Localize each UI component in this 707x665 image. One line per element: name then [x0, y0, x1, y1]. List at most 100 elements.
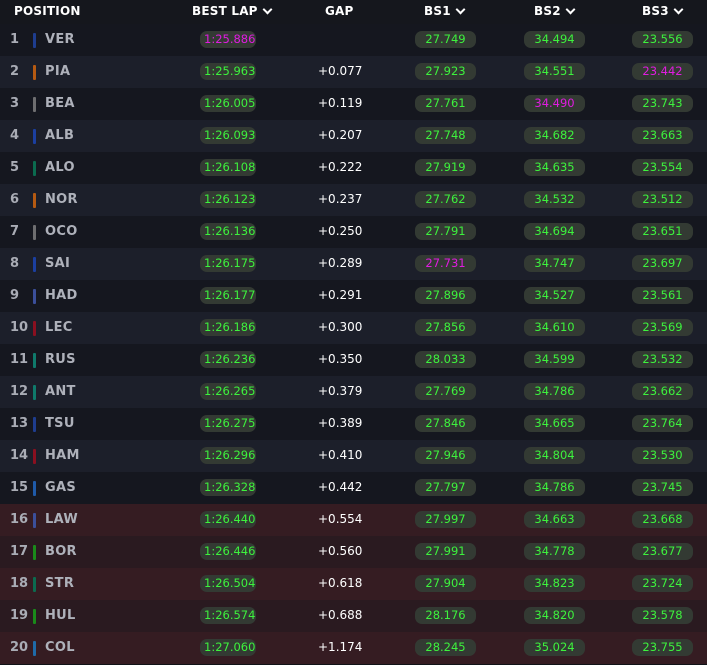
table-row[interactable]: 17 BOR 1:26.446 +0.560 27.991 34.778 23.677 [0, 536, 707, 568]
gap-value: +0.618 [318, 576, 363, 590]
team-color-bar [33, 33, 36, 48]
bs3-time: 23.764 [632, 415, 693, 432]
table-row[interactable]: 1 VER 1:25.886 27.749 34.494 23.556 [0, 24, 707, 56]
bs1-time: 28.033 [415, 351, 476, 368]
bs1-time: 27.761 [415, 95, 476, 112]
team-color-bar [33, 449, 36, 464]
table-row[interactable]: 15 GAS 1:26.328 +0.442 27.797 34.786 23.745 [0, 472, 707, 504]
table-row[interactable]: 18 STR 1:26.504 +0.618 27.904 34.823 23.724 [0, 568, 707, 600]
position-number: 4 [10, 128, 20, 143]
driver-code: ALB [45, 128, 75, 143]
bs2-time: 34.682 [524, 127, 585, 144]
table-row[interactable]: 4 ALB 1:26.093 +0.207 27.748 34.682 23.663 [0, 120, 707, 152]
best-lap-time: 1:26.005 [200, 95, 256, 112]
table-row[interactable]: 14 HAM 1:26.296 +0.410 27.946 34.804 23.530 [0, 440, 707, 472]
table-row[interactable]: 20 COL 1:27.060 +1.174 28.245 35.024 23.755 [0, 632, 707, 664]
team-color-bar [33, 385, 36, 400]
best-lap-time: 1:26.177 [200, 287, 256, 304]
driver-code: HAM [45, 448, 80, 463]
header-bs2[interactable]: BS2 [534, 4, 576, 18]
bs2-time: 34.663 [524, 511, 585, 528]
table-row[interactable]: 5 ALO 1:26.108 +0.222 27.919 34.635 23.554 [0, 152, 707, 184]
team-color-bar [33, 289, 36, 304]
header-position[interactable]: POSITION [14, 4, 81, 18]
header-position-label: POSITION [14, 4, 81, 18]
best-lap-time: 1:26.123 [200, 191, 256, 208]
table-row[interactable]: 13 TSU 1:26.275 +0.389 27.846 34.665 23.764 [0, 408, 707, 440]
driver-code: HAD [45, 288, 78, 303]
bs3-time: 23.743 [632, 95, 693, 112]
position-number: 1 [10, 32, 20, 47]
header-bs2-label: BS2 [534, 4, 561, 18]
driver-code: ALO [45, 160, 75, 175]
position-number: 8 [10, 256, 20, 271]
driver-code: BEA [45, 96, 75, 111]
table-row[interactable]: 10 LEC 1:26.186 +0.300 27.856 34.610 23.569 [0, 312, 707, 344]
position-number: 15 [10, 480, 29, 495]
bs2-time: 34.635 [524, 159, 585, 176]
bs2-time: 34.665 [524, 415, 585, 432]
bs3-time: 23.578 [632, 607, 693, 624]
driver-code: LAW [45, 512, 79, 527]
bs2-time: 34.490 [524, 95, 585, 112]
bs3-time: 23.677 [632, 543, 693, 560]
driver-code: SAI [45, 256, 71, 271]
position-number: 16 [10, 512, 29, 527]
driver-code: HUL [45, 608, 76, 623]
bs1-time: 27.762 [415, 191, 476, 208]
gap-value: +0.222 [318, 160, 363, 174]
driver-code: NOR [45, 192, 78, 207]
bs2-time: 34.599 [524, 351, 585, 368]
driver-code: GAS [45, 480, 76, 495]
team-color-bar [33, 353, 36, 368]
position-number: 18 [10, 576, 29, 591]
table-row[interactable]: 19 HUL 1:26.574 +0.688 28.176 34.820 23.578 [0, 600, 707, 632]
team-color-bar [33, 129, 36, 144]
bs3-time: 23.651 [632, 223, 693, 240]
header-bs3[interactable]: BS3 [642, 4, 684, 18]
team-color-bar [33, 417, 36, 432]
bs3-time: 23.530 [632, 447, 693, 464]
best-lap-time: 1:26.236 [200, 351, 256, 368]
best-lap-time: 1:26.186 [200, 319, 256, 336]
best-lap-time: 1:25.963 [200, 63, 256, 80]
driver-code: LEC [45, 320, 73, 335]
bs2-time: 34.532 [524, 191, 585, 208]
bs3-time: 23.442 [632, 63, 693, 80]
bs3-time: 23.724 [632, 575, 693, 592]
table-row[interactable]: 11 RUS 1:26.236 +0.350 28.033 34.599 23.532 [0, 344, 707, 376]
header-gap[interactable]: GAP [325, 4, 354, 18]
best-lap-time: 1:26.504 [200, 575, 256, 592]
bs2-time: 34.804 [524, 447, 585, 464]
bs3-time: 23.663 [632, 127, 693, 144]
position-number: 2 [10, 64, 20, 79]
table-row[interactable]: 9 HAD 1:26.177 +0.291 27.896 34.527 23.561 [0, 280, 707, 312]
position-number: 12 [10, 384, 29, 399]
bs3-time: 23.745 [632, 479, 693, 496]
gap-value: +0.379 [318, 384, 363, 398]
team-color-bar [33, 97, 36, 112]
table-row[interactable]: 12 ANT 1:26.265 +0.379 27.769 34.786 23.662 [0, 376, 707, 408]
header-bs3-label: BS3 [642, 4, 669, 18]
table-row[interactable]: 16 LAW 1:26.440 +0.554 27.997 34.663 23.668 [0, 504, 707, 536]
bs2-time: 34.823 [524, 575, 585, 592]
bs2-time: 34.527 [524, 287, 585, 304]
gap-value: +0.237 [318, 192, 363, 206]
table-row[interactable]: 6 NOR 1:26.123 +0.237 27.762 34.532 23.512 [0, 184, 707, 216]
bs1-time: 27.923 [415, 63, 476, 80]
bs1-time: 27.748 [415, 127, 476, 144]
gap-value: +0.250 [318, 224, 363, 238]
gap-value: +0.289 [318, 256, 363, 270]
driver-code: OCO [45, 224, 78, 239]
team-color-bar [33, 257, 36, 272]
table-row[interactable]: 3 BEA 1:26.005 +0.119 27.761 34.490 23.743 [0, 88, 707, 120]
header-bs1[interactable]: BS1 [424, 4, 466, 18]
team-color-bar [33, 225, 36, 240]
table-row[interactable]: 2 PIA 1:25.963 +0.077 27.923 34.551 23.442 [0, 56, 707, 88]
bs2-time: 34.786 [524, 383, 585, 400]
table-row[interactable]: 7 OCO 1:26.136 +0.250 27.791 34.694 23.651 [0, 216, 707, 248]
table-row[interactable]: 8 SAI 1:26.175 +0.289 27.731 34.747 23.697 [0, 248, 707, 280]
header-best-lap[interactable]: BEST LAP [192, 4, 273, 18]
best-lap-time: 1:26.440 [200, 511, 256, 528]
timing-board: POSITION BEST LAP GAP BS1 BS2 BS3 1 VER 1:… [0, 0, 707, 665]
